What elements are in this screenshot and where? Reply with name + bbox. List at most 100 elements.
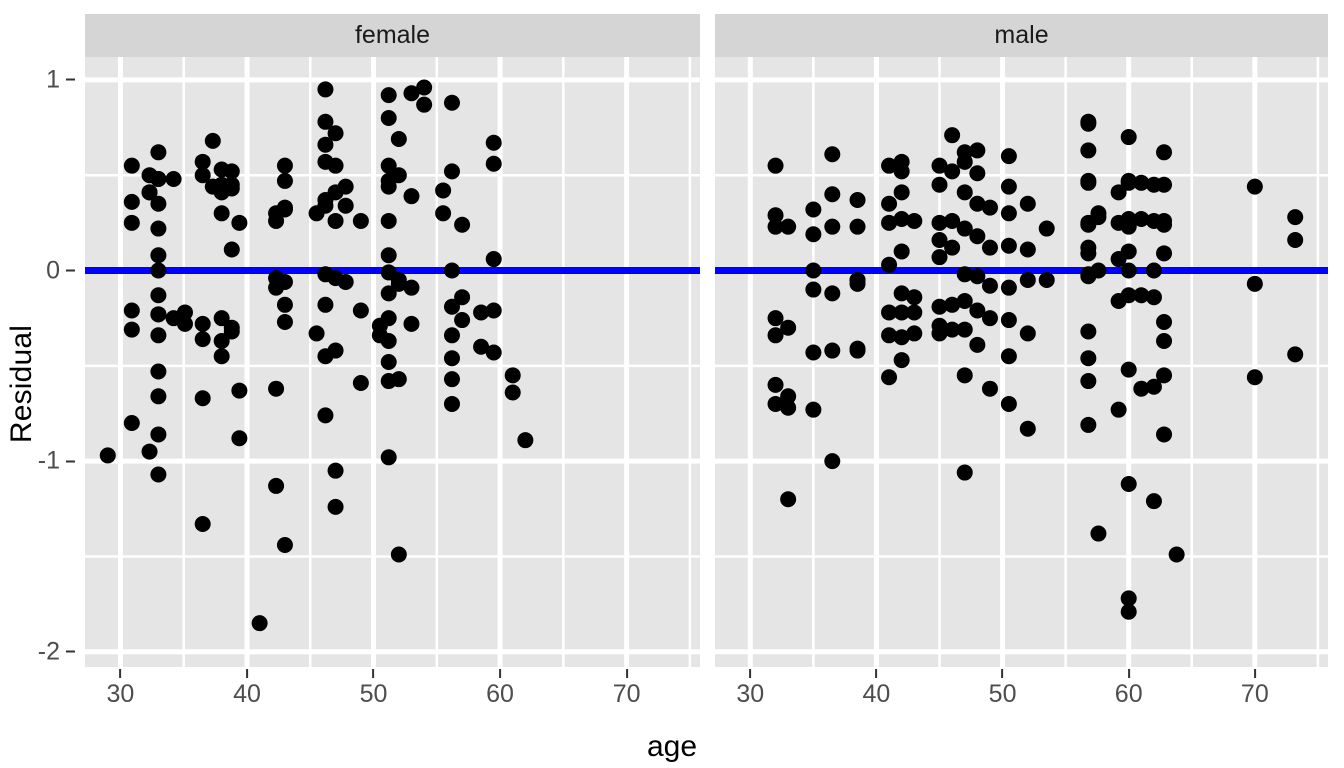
- data-point: [1090, 262, 1107, 279]
- data-point: [1000, 237, 1017, 254]
- y-axis-title: Residual: [0, 0, 44, 768]
- data-point: [141, 443, 158, 460]
- data-point: [956, 464, 973, 481]
- data-point: [352, 374, 369, 391]
- data-point: [327, 342, 344, 359]
- data-point: [327, 462, 344, 479]
- data-point: [767, 310, 784, 327]
- x-axis-tick-label: 60: [486, 680, 514, 708]
- data-point: [1038, 272, 1055, 289]
- data-point: [213, 205, 230, 222]
- data-point: [1120, 603, 1137, 620]
- data-point: [1080, 174, 1097, 191]
- data-point: [767, 376, 784, 393]
- data-point: [1246, 369, 1263, 386]
- x-axis-tick: 30: [736, 669, 764, 709]
- y-axis-tick-mark: [66, 78, 75, 81]
- data-point: [327, 498, 344, 515]
- data-point: [231, 382, 248, 399]
- data-point: [1156, 144, 1173, 161]
- x-axis-tick-mark: [245, 669, 248, 678]
- data-point: [824, 146, 841, 163]
- y-axis-tick-label: 1: [46, 65, 60, 94]
- data-point: [443, 163, 460, 180]
- x-axis-tick-label: 70: [1240, 680, 1269, 708]
- x-axis-tick-mark: [119, 669, 122, 678]
- data-point: [1000, 178, 1017, 195]
- data-point: [906, 212, 923, 229]
- data-point: [1156, 216, 1173, 233]
- x-axis-title-text: age: [646, 730, 698, 763]
- data-point: [969, 165, 986, 182]
- x-axis-tick-mark: [499, 669, 502, 678]
- data-point: [780, 491, 797, 508]
- data-point: [150, 426, 167, 443]
- data-point: [176, 315, 193, 332]
- data-point: [881, 256, 898, 273]
- data-point: [824, 453, 841, 470]
- data-point: [443, 94, 460, 111]
- data-point: [969, 228, 986, 245]
- data-point: [337, 197, 354, 214]
- data-point: [99, 447, 116, 464]
- data-point: [194, 516, 211, 533]
- data-point: [1019, 195, 1036, 212]
- data-point: [337, 178, 354, 195]
- x-axis-tick: 70: [1241, 669, 1269, 709]
- data-point: [150, 388, 167, 405]
- data-point: [1168, 546, 1185, 563]
- data-point: [1038, 220, 1055, 237]
- data-point: [485, 155, 502, 172]
- data-point: [223, 180, 240, 197]
- data-point: [308, 325, 325, 342]
- data-point: [390, 371, 407, 388]
- x-axis-tick-label: 50: [359, 680, 388, 708]
- data-point: [906, 304, 923, 321]
- data-point: [443, 327, 460, 344]
- y-axis-tick-label: 0: [46, 256, 60, 284]
- data-point: [150, 144, 167, 161]
- data-point: [317, 296, 334, 313]
- data-point: [327, 157, 344, 174]
- data-point: [517, 432, 534, 449]
- data-point: [485, 251, 502, 268]
- data-point: [1246, 178, 1263, 195]
- data-point: [403, 279, 420, 296]
- data-point: [1019, 272, 1036, 289]
- data-point: [380, 333, 397, 350]
- data-point: [1120, 262, 1137, 279]
- data-point: [150, 220, 167, 237]
- facet-strip-male: male: [715, 14, 1328, 57]
- data-point: [390, 130, 407, 147]
- data-point: [780, 319, 797, 336]
- x-axis-tick-label: 60: [1114, 680, 1143, 708]
- data-point: [1000, 205, 1017, 222]
- data-point: [881, 195, 898, 212]
- data-point: [251, 615, 268, 632]
- data-point: [906, 325, 923, 342]
- data-point: [1080, 350, 1097, 367]
- data-point: [1287, 346, 1304, 363]
- data-point: [1246, 275, 1263, 292]
- data-point: [352, 212, 369, 229]
- data-point: [150, 195, 167, 212]
- data-point: [150, 363, 167, 380]
- data-point: [805, 401, 822, 418]
- x-axis-tick-mark: [1001, 669, 1004, 678]
- data-point: [906, 289, 923, 306]
- data-point: [123, 214, 140, 231]
- x-axis-tick: 50: [989, 669, 1016, 709]
- data-point: [1120, 361, 1137, 378]
- data-point: [969, 268, 986, 285]
- data-point: [223, 241, 240, 258]
- data-point: [881, 369, 898, 386]
- x-axis-tick: 30: [107, 669, 134, 709]
- plot-area-male: [715, 57, 1328, 667]
- data-point: [1080, 245, 1097, 262]
- data-point: [805, 201, 822, 218]
- data-point: [276, 172, 293, 189]
- data-point: [944, 239, 961, 256]
- data-point: [1156, 426, 1173, 443]
- data-point: [380, 449, 397, 466]
- x-axis-tick: 40: [863, 669, 890, 709]
